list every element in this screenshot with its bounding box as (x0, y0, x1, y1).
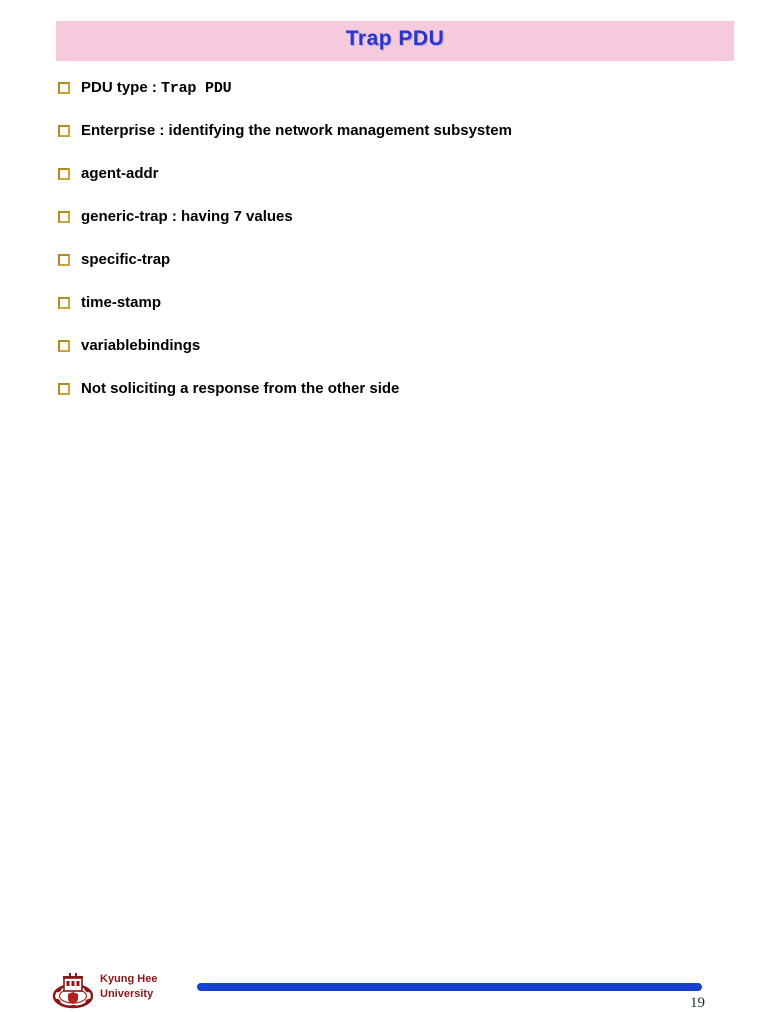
slide-title-banner: Trap PDU (56, 21, 734, 61)
slide-footer: Kyung Hee University 19 (0, 483, 780, 1011)
list-item: Enterprise : identifying the network man… (58, 121, 748, 164)
list-item-mono-value: Trap PDU (161, 80, 232, 97)
list-item-label: PDU type : Trap PDU (81, 79, 232, 97)
list-item: time-stamp (58, 293, 748, 336)
hollow-square-bullet-icon (58, 125, 70, 137)
organization-name: Kyung Hee University (100, 973, 158, 1000)
bullet-list: PDU type : Trap PDU Enterprise : identif… (58, 78, 748, 422)
page-title: Trap PDU (345, 27, 445, 50)
list-item-label: Enterprise : identifying the network man… (81, 122, 512, 139)
hollow-square-bullet-icon (58, 82, 70, 94)
hollow-square-bullet-icon (58, 383, 70, 395)
list-item-label: agent-addr (81, 165, 159, 182)
list-item: variablebindings (58, 336, 748, 379)
list-item-label: time-stamp (81, 294, 162, 311)
hollow-square-bullet-icon (58, 340, 70, 352)
hollow-square-bullet-icon (58, 211, 70, 223)
list-item: PDU type : Trap PDU (58, 78, 748, 121)
kyung-hee-university-crest-icon (52, 973, 94, 1009)
list-item-label: generic-trap : having 7 values (81, 208, 293, 225)
footer-rule (197, 983, 702, 991)
list-item: Not soliciting a response from the other… (58, 379, 748, 422)
list-item: generic-trap : having 7 values (58, 207, 748, 250)
list-item-label: variablebindings (81, 337, 201, 354)
hollow-square-bullet-icon (58, 297, 70, 309)
hollow-square-bullet-icon (58, 168, 70, 180)
list-item: specific-trap (58, 250, 748, 293)
slide: Trap PDU PDU type : Trap PDU Enterprise … (0, 0, 780, 1011)
page-number: 19 (690, 995, 705, 1011)
list-item-label: specific-trap (81, 251, 171, 268)
list-item: agent-addr (58, 164, 748, 207)
list-item-label: Not soliciting a response from the other… (81, 380, 400, 397)
hollow-square-bullet-icon (58, 254, 70, 266)
